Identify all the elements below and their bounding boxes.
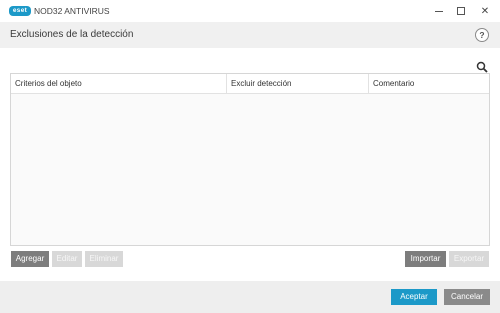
table-header: Criterios del objeto Excluir detección C… [11,74,489,94]
column-header-exclude-detection[interactable]: Excluir detección [227,74,369,94]
close-icon: ✕ [480,5,490,17]
search-icon [476,61,488,73]
accept-button[interactable]: Aceptar [391,289,437,305]
search-button[interactable] [474,60,490,74]
cancel-button[interactable]: Cancelar [444,289,490,305]
close-button[interactable]: ✕ [474,0,496,22]
page-header: Exclusiones de la detección ? [0,22,500,48]
minimize-icon [435,10,443,12]
import-button[interactable]: Importar [405,251,446,267]
column-header-object-criteria[interactable]: Criterios del objeto [11,74,227,94]
page-title: Exclusiones de la detección [10,29,134,40]
eset-logo: eset [9,6,31,16]
maximize-icon [457,7,465,15]
column-header-comment[interactable]: Comentario [369,74,489,94]
title-bar: eset NOD32 ANTIVIRUS ✕ [0,0,500,22]
table-body[interactable] [11,94,489,245]
delete-button[interactable]: Eliminar [85,251,123,267]
dialog-footer: Aceptar Cancelar [0,281,500,313]
maximize-button[interactable] [450,0,472,22]
app-name: NOD32 ANTIVIRUS [34,6,110,16]
export-button[interactable]: Exportar [449,251,489,267]
help-button[interactable]: ? [475,28,489,42]
minimize-button[interactable] [428,0,450,22]
exclusions-table: Criterios del objeto Excluir detección C… [10,73,490,246]
add-button[interactable]: Agregar [11,251,49,267]
edit-button[interactable]: Editar [52,251,82,267]
